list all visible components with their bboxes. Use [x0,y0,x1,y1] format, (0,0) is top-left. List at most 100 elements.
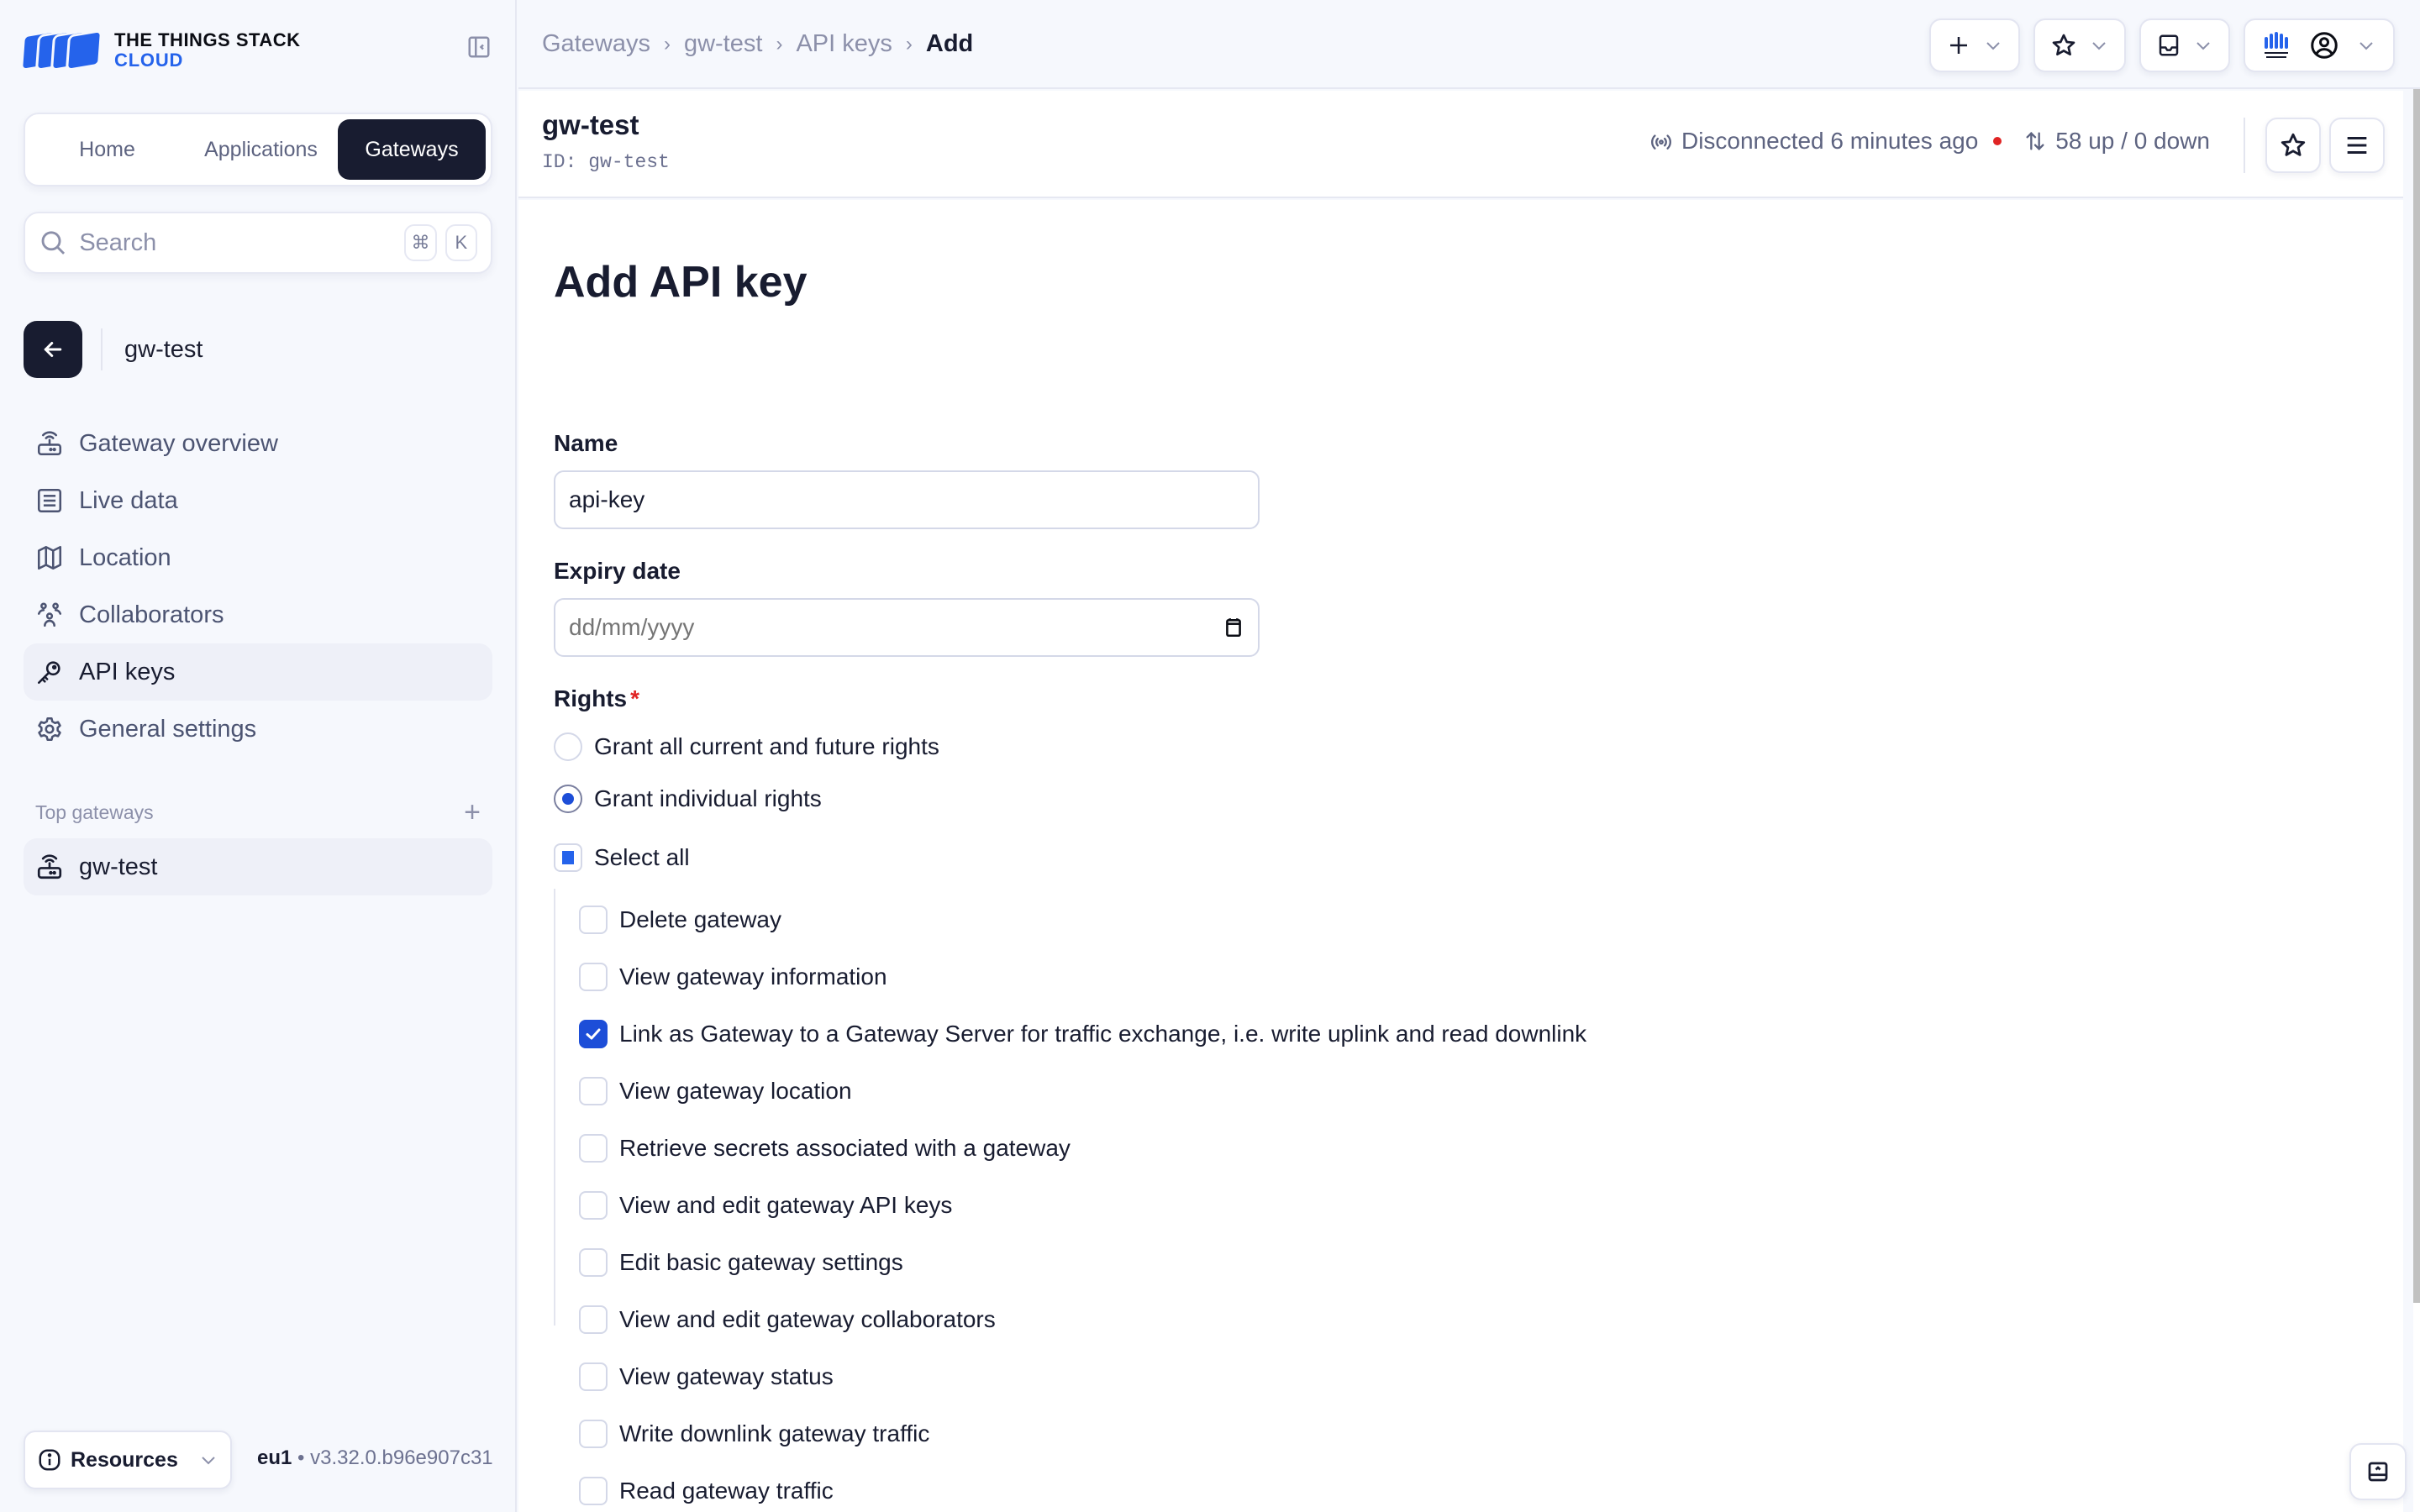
sidebar-item-location[interactable]: Location [24,529,492,586]
sidebar-item-gateway-overview[interactable]: Gateway overview [24,415,492,472]
checkbox[interactable] [579,963,608,991]
checkbox[interactable] [579,1191,608,1220]
search-input[interactable] [79,228,397,257]
add-top-gateway-icon[interactable]: + [464,798,481,827]
checkbox-indeterminate[interactable] [554,843,582,872]
logo[interactable]: THE THINGS STACK CLOUD [19,29,300,72]
list-icon [35,486,64,515]
main-content: Add API key Name Expiry date Rights* Gra… [518,200,2403,1512]
gateway-menu-button[interactable] [2329,118,2385,173]
sidebar-item-general-settings[interactable]: General settings [24,701,492,758]
gateway-icon [35,853,64,881]
right-checkbox-row[interactable]: View gateway information [579,963,887,991]
divider [101,328,103,370]
checkbox[interactable] [579,906,608,934]
bookmarks-menu-button[interactable] [2033,18,2126,72]
sidebar-item-label: Location [79,543,171,571]
right-checkbox-row[interactable]: Read gateway traffic [579,1477,834,1505]
search-box[interactable]: ⌘ K [24,212,492,274]
top-gateways-header: Top gateways + [35,798,481,827]
star-icon [2052,34,2075,55]
checkbox[interactable] [579,1305,608,1334]
notifications-menu-button[interactable] [2139,18,2230,72]
radio-button[interactable] [554,732,582,761]
breadcrumb-gateway[interactable]: gw-test [684,30,762,58]
resources-dropdown[interactable]: Resources [24,1431,232,1489]
status-dot [1993,137,2002,145]
tab-home[interactable]: Home [30,119,184,180]
name-field[interactable] [554,470,1260,529]
scrollbar-thumb[interactable] [2413,89,2420,1303]
checkbox[interactable] [579,1362,608,1391]
divider [2244,118,2245,173]
name-input[interactable] [569,486,1244,513]
back-button[interactable] [24,321,82,378]
expiry-date-field[interactable] [554,598,1260,657]
collapse-sidebar-button[interactable] [466,34,492,60]
checkbox[interactable] [579,1477,608,1505]
right-checkbox-row[interactable]: View and edit gateway API keys [579,1191,952,1220]
name-label: Name [554,430,618,456]
rights-group-line [554,889,555,1326]
expiry-date-label: Expiry date [554,558,681,584]
sidebar-item-label: Live data [79,486,178,514]
checkbox-label: View and edit gateway API keys [619,1192,953,1218]
check-icon [586,1028,601,1040]
radio-label: Grant individual rights [594,785,822,811]
right-checkbox-row[interactable]: View gateway status [579,1362,834,1391]
bookmark-gateway-button[interactable] [2265,118,2321,173]
version-info: eu1 • v3.32.0.b96e907c31 [257,1446,493,1469]
account-menu-button[interactable] [2244,18,2395,72]
expiry-date-input[interactable] [569,614,1223,641]
checkbox[interactable] [579,1134,608,1163]
scrollbar[interactable] [2413,89,2420,1512]
sidebar-item-live-data[interactable]: Live data [24,472,492,529]
right-checkbox-row[interactable]: Edit basic gateway settings [579,1248,903,1277]
radio-label: Grant all current and future rights [594,733,939,759]
radio-grant-all[interactable]: Grant all current and future rights [554,732,939,761]
breadcrumb: Gateways › gw-test › API keys › Add [542,30,973,58]
sidebar-item-api-keys[interactable]: API keys [24,643,492,701]
breadcrumb-current: Add [925,30,974,57]
logo-subtitle: CLOUD [114,50,184,71]
sidebar-item-label: API keys [79,658,176,685]
chevron-right-icon: › [905,32,913,55]
checkbox-checked[interactable] [579,1020,608,1048]
gateway-icon [35,429,64,458]
checkbox-label: View and edit gateway collaborators [619,1306,996,1332]
radio-button-selected[interactable] [554,785,582,813]
right-checkbox-row[interactable]: Link as Gateway to a Gateway Server for … [579,1020,1586,1048]
right-checkbox-row[interactable]: Retrieve secrets associated with a gatew… [579,1134,1071,1163]
checkbox-label: Select all [594,844,690,870]
checkbox[interactable] [579,1077,608,1105]
checkbox[interactable] [579,1248,608,1277]
checkbox-label: Delete gateway [619,906,782,932]
resources-label: Resources [71,1447,178,1472]
breadcrumb-api-keys[interactable]: API keys [796,30,892,58]
chevron-right-icon: › [663,32,671,55]
breadcrumb-gateways[interactable]: Gateways [542,30,650,58]
chevron-down-icon [1986,42,2000,50]
right-checkbox-row[interactable]: Write downlink gateway traffic [579,1420,929,1448]
right-checkbox-row[interactable]: View and edit gateway collaborators [579,1305,996,1334]
gateway-status: Disconnected 6 minutes ago 58 up / 0 dow… [1649,128,2210,155]
user-avatar-icon [2311,32,2338,59]
top-bar: Gateways › gw-test › API keys › Add [518,0,2420,89]
right-checkbox-row[interactable]: View gateway location [579,1077,852,1105]
tab-applications[interactable]: Applications [184,119,338,180]
tab-gateways[interactable]: Gateways [338,119,486,180]
select-all-checkbox[interactable]: Select all [554,843,690,872]
radio-grant-individual[interactable]: Grant individual rights [554,785,822,813]
sidebar-item-collaborators[interactable]: Collaborators [24,586,492,643]
panel-expand-icon [2368,1462,2388,1482]
right-checkbox-row[interactable]: Delete gateway [579,906,781,934]
main-tabs: Home Applications Gateways [24,113,492,186]
checkbox[interactable] [579,1420,608,1448]
sidebar-item-label: General settings [79,715,257,743]
calendar-icon[interactable] [1223,616,1244,639]
checkbox-label: View gateway location [619,1078,852,1104]
top-gateway-item[interactable]: gw-test [24,838,492,895]
add-menu-button[interactable] [1929,18,2020,72]
up-down-arrows-icon [2026,132,2044,150]
toggle-panel-button[interactable] [2349,1443,2407,1500]
